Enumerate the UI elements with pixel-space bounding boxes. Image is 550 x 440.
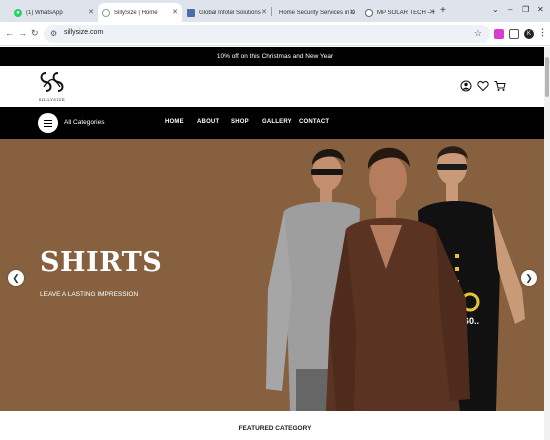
hamburger-line (44, 125, 52, 127)
page-scrollbar[interactable] (544, 47, 550, 440)
main-navbar: All Categories HOME ABOUT SHOP GALLERY C… (0, 107, 550, 139)
slider-prev-button[interactable]: ❮ (8, 270, 24, 286)
all-categories-label[interactable]: All Categories (64, 119, 104, 126)
tab-search-icon[interactable]: ⌄ (492, 5, 499, 14)
tab-global-infotel[interactable]: Global Infotel Solutions ✕ (183, 3, 271, 22)
nav-gallery[interactable]: GALLERY (262, 119, 292, 125)
chevron-right-icon: ❯ (525, 272, 533, 283)
close-window-button[interactable]: ✕ (537, 5, 544, 14)
categories-menu-button[interactable] (38, 113, 58, 133)
site-header: SILLYSIZE (0, 66, 550, 107)
close-icon[interactable]: ✕ (88, 8, 94, 16)
featured-category-heading: FEATURED CATEGORY (238, 425, 312, 432)
whatsapp-icon: ● (14, 8, 22, 17)
bookmark-star-icon[interactable]: ☆ (474, 28, 482, 39)
profile-avatar[interactable]: K (524, 29, 534, 39)
close-icon[interactable]: ✕ (429, 8, 435, 16)
scrollbar-thumb[interactable] (545, 57, 549, 97)
browser-menu-icon[interactable]: ⋮ (538, 27, 547, 38)
featured-section: FEATURED CATEGORY (0, 411, 550, 440)
globe-icon (365, 8, 373, 17)
url-text: sillysize.com (64, 29, 104, 36)
tab-sillysize[interactable]: SillySize | Home ✕ (98, 3, 182, 22)
hero-slider: G0.. SHIRTS LEAVE A LASTING IMPRESSION ❮ (0, 139, 550, 411)
tab-title: (1) WhatsApp (26, 9, 63, 16)
tab-title: Home Security Services in Delhi (279, 9, 355, 16)
tab-divider (271, 7, 272, 16)
slider-next-button[interactable]: ❯ (521, 270, 537, 286)
close-icon[interactable]: ✕ (349, 8, 355, 16)
tab-mp-solar[interactable]: MP SOLAR TECH – Home ✕ (361, 3, 439, 22)
hamburger-line (44, 122, 52, 124)
nav-about[interactable]: ABOUT (197, 119, 219, 125)
tab-title: MP SOLAR TECH – Home (377, 9, 435, 16)
close-icon[interactable]: ✕ (261, 8, 267, 16)
page-icon (187, 8, 195, 17)
address-bar[interactable]: ⚙ sillysize.com ☆ (44, 25, 490, 43)
site-icon (102, 8, 110, 17)
hamburger-line (44, 119, 52, 121)
hero-title: SHIRTS (40, 247, 163, 278)
nav-shop[interactable]: SHOP (231, 119, 249, 125)
wishlist-heart-icon[interactable] (477, 80, 489, 92)
extension-icon[interactable] (494, 29, 504, 39)
brand-name: SILLYSIZE (38, 97, 66, 102)
extensions-puzzle-icon[interactable] (509, 29, 519, 39)
browser-tab-strip: ● (1) WhatsApp ✕ SillySize | Home ✕ Glob… (0, 0, 550, 22)
hero-subtitle: LEAVE A LASTING IMPRESSION (40, 291, 139, 298)
tab-title: SillySize | Home (114, 9, 158, 16)
tab-home-security[interactable]: Home Security Services in Delhi ✕ (275, 3, 359, 22)
nav-home[interactable]: HOME (165, 119, 184, 125)
chevron-left-icon: ❮ (12, 272, 20, 283)
logo-mark-icon (40, 72, 64, 92)
brand-logo[interactable]: SILLYSIZE (36, 69, 68, 105)
tab-whatsapp[interactable]: ● (1) WhatsApp ✕ (10, 3, 98, 22)
close-icon[interactable]: ✕ (172, 8, 178, 16)
cart-icon[interactable] (494, 80, 506, 92)
maximize-button[interactable]: ❐ (522, 5, 529, 14)
tab-title: Global Infotel Solutions (199, 9, 261, 16)
back-icon[interactable]: ← (5, 28, 14, 38)
forward-icon[interactable]: → (18, 28, 27, 38)
browser-toolbar: ← → ↻ ⚙ sillysize.com ☆ K ⋮ (0, 22, 550, 46)
promo-banner: 10% off on this Christmas and New Year (0, 47, 550, 66)
nav-contact[interactable]: CONTACT (299, 119, 329, 125)
user-account-icon[interactable] (460, 80, 472, 92)
site-info-icon[interactable]: ⚙ (50, 29, 57, 38)
new-tab-button[interactable]: + (440, 5, 446, 16)
reload-icon[interactable]: ↻ (31, 28, 39, 39)
minimize-button[interactable]: – (508, 5, 512, 14)
